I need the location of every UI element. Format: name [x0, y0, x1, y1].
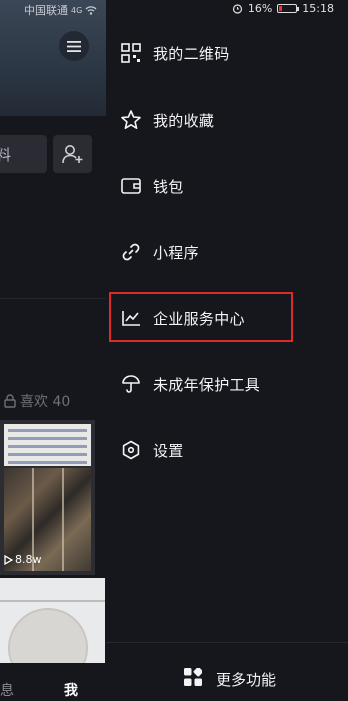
battery-icon: [277, 4, 300, 13]
play-icon: [4, 554, 13, 565]
view-count-label: 8.8w: [15, 553, 42, 566]
signal-label: 4G: [71, 5, 83, 15]
hamburger-icon: [67, 40, 81, 52]
side-drawer-menu: 我的二维码 我的收藏 钱包 小程序 企业服务中心 未成年保护工具 设置 更多功能: [106, 0, 348, 701]
nav-messages-tab[interactable]: 息: [0, 680, 14, 700]
menu-item-label: 设置: [153, 441, 184, 460]
status-bar-right: 16% 15:18: [232, 2, 334, 15]
hexagon-settings-icon: [120, 439, 142, 461]
drawer-divider: [106, 642, 348, 643]
menu-item-label: 小程序: [153, 243, 199, 262]
grid-apps-icon: [184, 667, 203, 690]
bottom-navigation: [0, 663, 106, 701]
menu-item-label: 我的收藏: [153, 111, 215, 130]
thumbnail-caption-image: [4, 424, 91, 466]
menu-item-mini-programs[interactable]: 小程序: [106, 230, 348, 274]
hamburger-menu-button[interactable]: [59, 31, 89, 61]
alarm-icon: [232, 4, 242, 14]
add-user-icon: [61, 145, 82, 164]
star-icon: [120, 109, 142, 131]
wifi-icon: [85, 6, 97, 15]
section-divider: [0, 298, 106, 299]
menu-item-favorites[interactable]: 我的收藏: [106, 98, 348, 142]
highlight-annotation-box: [109, 292, 293, 342]
menu-item-label: 钱包: [153, 177, 184, 196]
battery-percent: 16%: [247, 2, 273, 15]
more-features-label: 更多功能: [216, 670, 277, 689]
background-profile-page: 料 喜欢 40 8.8w 息 我: [0, 0, 106, 701]
video-thumbnail[interactable]: [0, 578, 105, 663]
menu-item-label: 未成年保护工具: [153, 375, 261, 394]
likes-label: 喜欢 40: [20, 394, 71, 410]
carrier-label: 中国联通: [24, 4, 68, 17]
qr-code-icon: [120, 42, 142, 64]
umbrella-icon: [120, 373, 142, 395]
nav-me-tab[interactable]: 我: [64, 680, 78, 700]
lock-icon: [4, 394, 16, 408]
edit-profile-button[interactable]: 料: [0, 135, 47, 173]
link-icon: [120, 241, 142, 263]
more-features-button[interactable]: 更多功能: [184, 667, 277, 690]
video-view-count: 8.8w: [4, 553, 42, 566]
menu-item-settings[interactable]: 设置: [106, 428, 348, 472]
menu-item-minor-protection-tools[interactable]: 未成年保护工具: [106, 362, 348, 406]
menu-item-qr-code[interactable]: 我的二维码: [106, 31, 348, 75]
menu-item-wallet[interactable]: 钱包: [106, 164, 348, 208]
video-thumbnail[interactable]: [0, 420, 95, 575]
status-bar-left: 中国联通 4G: [24, 2, 97, 18]
menu-item-label: 我的二维码: [153, 44, 230, 63]
edit-profile-label: 料: [0, 146, 12, 164]
clock-time: 15:18: [302, 2, 334, 15]
wallet-icon: [120, 175, 142, 197]
add-friend-button[interactable]: [53, 135, 92, 173]
likes-tab[interactable]: 喜欢 40: [4, 391, 70, 411]
